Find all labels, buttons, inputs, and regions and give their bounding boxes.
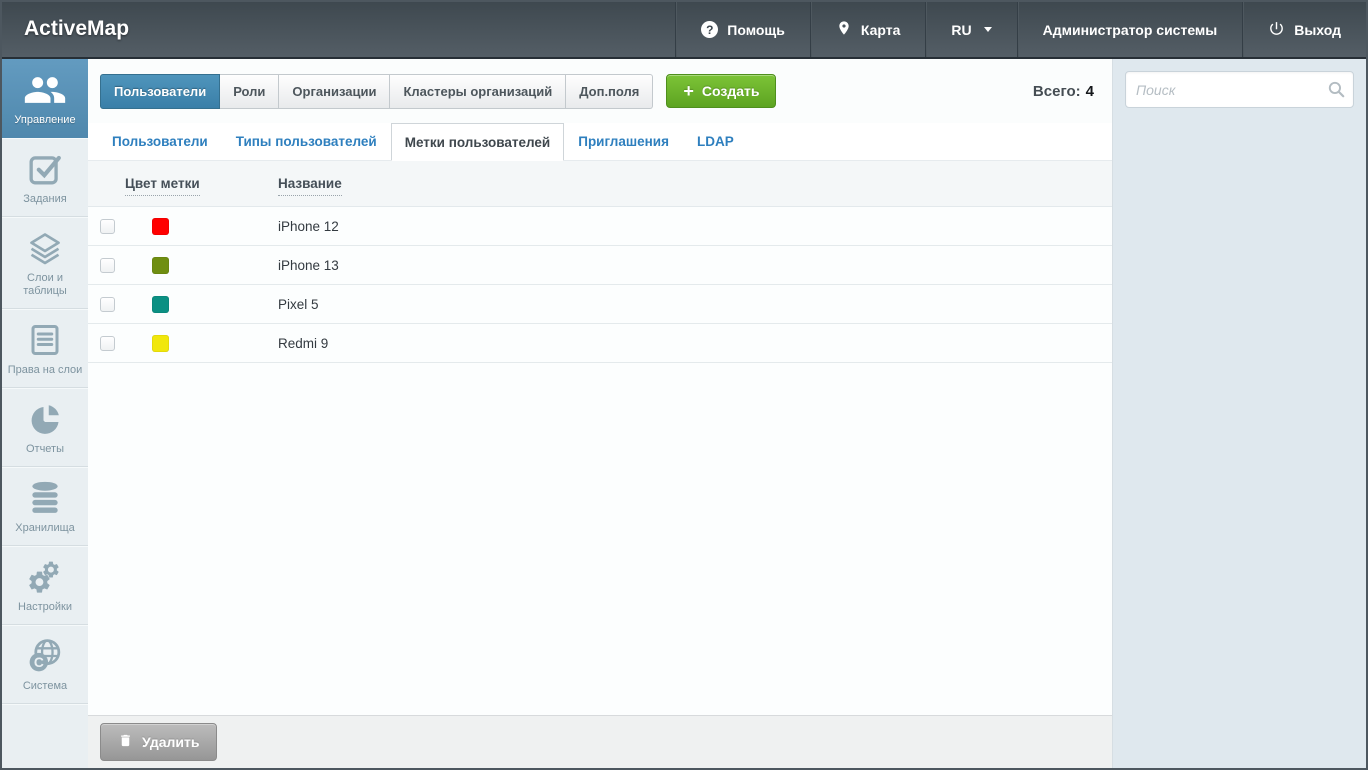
right-panel (1113, 59, 1366, 768)
search-box (1125, 71, 1354, 108)
current-user-button[interactable]: Администратор системы (1017, 2, 1243, 57)
power-icon (1268, 20, 1285, 40)
app-logo: ActiveMap (2, 2, 129, 57)
sidebar-item-reports[interactable]: Отчеты (2, 388, 88, 467)
top-bar: ActiveMap ? Помощь Карта RU Администрато… (2, 2, 1366, 59)
subtab-invitations[interactable]: Приглашения (564, 123, 683, 160)
subtab-user-types[interactable]: Типы пользователей (222, 123, 391, 160)
column-header-name-label[interactable]: Название (278, 176, 342, 196)
sidebar-item-label: Управление (14, 114, 75, 127)
table-row[interactable]: Redmi 9 (88, 324, 1112, 363)
action-footer: Удалить (88, 715, 1112, 768)
column-header-color: Цвет метки (125, 176, 278, 191)
label-name: iPhone 12 (278, 219, 339, 234)
sidebar-item-storages[interactable]: Хранилища (2, 467, 88, 546)
sidebar-item-tasks[interactable]: Задания (2, 138, 88, 217)
tasks-icon (27, 148, 63, 190)
column-header-color-label[interactable]: Цвет метки (125, 176, 200, 196)
label-name: iPhone 13 (278, 258, 339, 273)
sidebar-item-management[interactable]: Управление (2, 59, 88, 138)
main-content: Пользователи Роли Организации Кластеры о… (88, 59, 1113, 768)
language-label: RU (951, 22, 971, 38)
sidebar-item-label: Отчеты (26, 443, 64, 456)
sidebar-item-label: Система (23, 680, 67, 693)
sidebar-item-settings[interactable]: Настройки (2, 546, 88, 625)
users-icon (23, 69, 67, 111)
delete-button[interactable]: Удалить (100, 723, 217, 761)
help-icon: ? (701, 21, 718, 38)
map-pin-icon (836, 18, 852, 41)
layer-rights-icon (27, 319, 63, 361)
trash-icon (118, 732, 133, 752)
sidebar-item-label: Задания (23, 193, 66, 206)
tab-extra-fields[interactable]: Доп.поля (566, 74, 653, 109)
subtab-users[interactable]: Пользователи (98, 123, 222, 160)
table-row[interactable]: iPhone 12 (88, 207, 1112, 246)
sidebar-item-label: Права на слои (8, 364, 83, 377)
create-button[interactable]: + Создать (666, 74, 776, 108)
map-label: Карта (861, 22, 901, 38)
column-header-name: Название (278, 176, 342, 191)
reports-icon (27, 398, 63, 440)
tab-roles[interactable]: Роли (220, 74, 279, 109)
plus-icon: + (683, 84, 694, 98)
create-button-label: Создать (702, 83, 760, 99)
label-color-swatch (152, 296, 169, 313)
body-row: Управление Задания Слои и таблицы Права … (2, 59, 1366, 768)
tab-organization-clusters[interactable]: Кластеры организаций (390, 74, 566, 109)
tab-organizations[interactable]: Организации (279, 74, 390, 109)
svg-text:C: C (34, 654, 44, 670)
tab-users[interactable]: Пользователи (100, 74, 220, 109)
label-name: Pixel 5 (278, 297, 319, 312)
label-name: Redmi 9 (278, 336, 328, 351)
row-checkbox[interactable] (100, 297, 115, 312)
top-menu: ? Помощь Карта RU Администратор системы (675, 2, 1366, 57)
table-empty-area (88, 363, 1112, 715)
row-checkbox[interactable] (100, 219, 115, 234)
storage-icon (26, 477, 64, 519)
map-button[interactable]: Карта (810, 2, 926, 57)
label-color-swatch (152, 335, 169, 352)
app-window: ActiveMap ? Помощь Карта RU Администрато… (0, 0, 1368, 770)
table-header: Цвет метки Название (88, 161, 1112, 207)
current-user-label: Администратор системы (1043, 22, 1218, 38)
logout-button[interactable]: Выход (1242, 2, 1366, 57)
layers-icon (25, 227, 65, 269)
entity-tabs: Пользователи Роли Организации Кластеры о… (100, 74, 653, 109)
sidebar-item-label: Слои и таблицы (4, 272, 86, 298)
subtab-user-labels[interactable]: Метки пользователей (391, 123, 565, 161)
row-checkbox[interactable] (100, 258, 115, 273)
sidebar-item-layers-tables[interactable]: Слои и таблицы (2, 217, 88, 309)
sidebar-item-layer-rights[interactable]: Права на слои (2, 309, 88, 388)
system-icon: C (25, 635, 65, 677)
sidebar-item-system[interactable]: C Система (2, 625, 88, 704)
search-icon (1327, 80, 1346, 104)
table-row[interactable]: Pixel 5 (88, 285, 1112, 324)
sidebar: Управление Задания Слои и таблицы Права … (2, 59, 88, 768)
total-count: Всего: 4 (1033, 83, 1094, 100)
total-label: Всего: (1033, 83, 1081, 100)
subtab-ldap[interactable]: LDAP (683, 123, 748, 160)
total-value: 4 (1086, 83, 1094, 100)
toolbar: Пользователи Роли Организации Кластеры о… (88, 59, 1112, 123)
settings-icon (25, 556, 65, 598)
delete-button-label: Удалить (142, 734, 199, 750)
label-color-swatch (152, 218, 169, 235)
language-selector[interactable]: RU (925, 2, 1016, 57)
sub-tabs: Пользователи Типы пользователей Метки по… (88, 123, 1112, 161)
help-button[interactable]: ? Помощь (675, 2, 810, 57)
help-label: Помощь (727, 22, 785, 38)
label-color-swatch (152, 257, 169, 274)
chevron-down-icon (984, 27, 992, 32)
search-input[interactable] (1125, 71, 1354, 108)
logout-label: Выход (1294, 22, 1341, 38)
sidebar-item-label: Хранилища (15, 522, 75, 535)
row-checkbox[interactable] (100, 336, 115, 351)
table-row[interactable]: iPhone 13 (88, 246, 1112, 285)
sidebar-item-label: Настройки (18, 601, 72, 614)
